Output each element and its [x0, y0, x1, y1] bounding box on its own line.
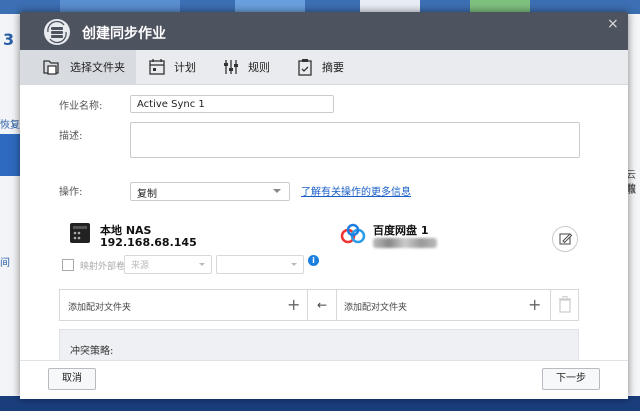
- volume-placeholder: 来源: [131, 261, 150, 271]
- redacted-account: [373, 238, 437, 248]
- wizard-steps: 选择文件夹 计划 规则 摘要: [20, 50, 628, 85]
- sync-direction-arrow-icon: ←: [307, 290, 337, 320]
- conflict-policy-section: 冲突策略:: [59, 329, 579, 360]
- sync-app-icon: [44, 19, 70, 45]
- step-select-folder[interactable]: 选择文件夹: [20, 50, 136, 84]
- step-label: 选择文件夹: [70, 61, 125, 74]
- local-folder-placeholder[interactable]: 添加配对文件夹: [68, 300, 131, 330]
- job-name-label: 作业名称:: [59, 101, 103, 112]
- volume-select[interactable]: 来源: [124, 255, 212, 274]
- conflict-policy-title: 冲突策略:: [70, 346, 114, 357]
- step-label: 规则: [248, 61, 270, 74]
- background-number: 3: [3, 30, 15, 49]
- calendar-icon: [149, 59, 165, 75]
- dialog-title: 创建同步作业: [82, 26, 166, 42]
- next-button[interactable]: 下一步: [542, 368, 600, 390]
- chevron-down-icon: [199, 263, 205, 266]
- add-remote-folder-icon[interactable]: +: [528, 295, 541, 314]
- step-label: 计划: [174, 61, 196, 74]
- folder-icon: [43, 60, 59, 75]
- edit-remote-button[interactable]: [552, 226, 578, 252]
- create-sync-job-dialog: 创建同步作业 × 选择文件夹 计划 规则 摘要 作业名称: Active Syn…: [20, 12, 628, 399]
- step-schedule[interactable]: 计划: [148, 50, 196, 84]
- info-icon[interactable]: i: [308, 255, 319, 266]
- operation-value: 复制: [137, 189, 157, 200]
- pencil-icon: [559, 233, 573, 245]
- remote-folder-placeholder[interactable]: 添加配对文件夹: [344, 300, 407, 330]
- delete-pair-button[interactable]: [550, 290, 579, 320]
- dialog-footer: 取消 下一步: [20, 360, 628, 399]
- step-rules[interactable]: 规则: [222, 50, 270, 84]
- operation-help-link[interactable]: 了解有关操作的更多信息: [301, 183, 411, 198]
- map-external-volume-label: 映射外部卷: [80, 262, 126, 272]
- operation-select[interactable]: 复制: [130, 182, 290, 201]
- map-external-volume-checkbox[interactable]: [62, 259, 74, 271]
- cancel-button[interactable]: 取消: [48, 368, 96, 390]
- background-sidebar: 3 恢复 间: [0, 14, 22, 411]
- external-volume-select[interactable]: [216, 255, 304, 274]
- chevron-down-icon: [291, 263, 297, 266]
- background-label: 间: [0, 258, 10, 269]
- dialog-content: 作业名称: 描述: 操作: 复制 了解有关操作的更多信息 本地 NAS 192.…: [20, 85, 628, 360]
- operation-label: 操作:: [59, 187, 83, 198]
- local-nas-address: 192.168.68.145: [100, 236, 197, 249]
- trash-icon: [559, 296, 571, 313]
- dialog-titlebar: 创建同步作业 ×: [20, 12, 628, 50]
- description-label: 描述:: [59, 131, 83, 142]
- sliders-icon: [224, 60, 238, 74]
- job-name-input[interactable]: [130, 95, 334, 113]
- chevron-down-icon: [273, 189, 281, 193]
- clipboard-icon: [298, 59, 312, 76]
- nas-icon: [69, 222, 91, 248]
- step-summary[interactable]: 摘要: [296, 50, 344, 84]
- background-nav-highlight: [0, 134, 22, 176]
- close-icon[interactable]: ×: [607, 16, 619, 32]
- description-input[interactable]: [130, 122, 580, 158]
- step-label: 摘要: [322, 61, 344, 74]
- remote-cloud-name: 百度网盘 1: [373, 224, 429, 237]
- background-label: 恢复: [0, 120, 20, 131]
- baidu-cloud-icon: [338, 222, 368, 248]
- add-local-folder-icon[interactable]: +: [287, 295, 300, 314]
- folder-pair-row: 添加配对文件夹 + ← 添加配对文件夹 +: [59, 289, 579, 321]
